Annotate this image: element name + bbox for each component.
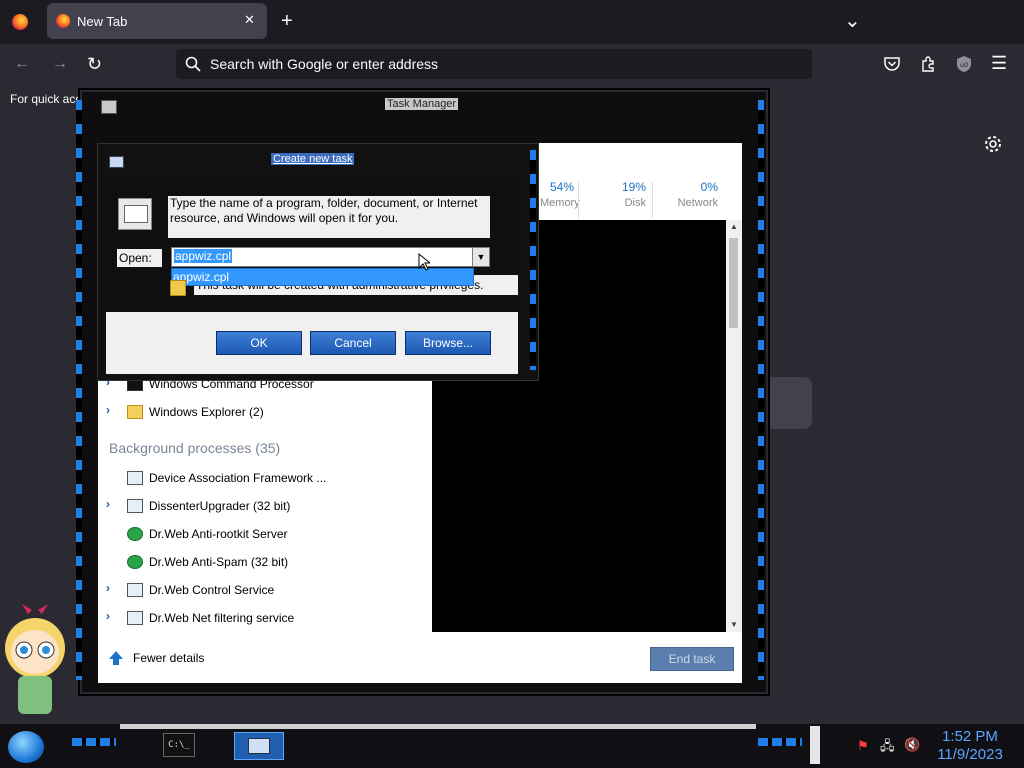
- arrow-up-icon[interactable]: [108, 650, 124, 666]
- cancel-button[interactable]: Cancel: [310, 331, 396, 355]
- folder-icon: [127, 405, 143, 419]
- taskbar-glow-left: [72, 738, 116, 746]
- column-divider: [578, 182, 579, 218]
- run-icon: [109, 156, 124, 168]
- network-icon[interactable]: 🖧: [880, 737, 895, 759]
- close-tab-icon[interactable]: ✕: [244, 12, 255, 28]
- task-manager-footer: Fewer details End task: [98, 634, 742, 683]
- scroll-up-icon[interactable]: ▲: [730, 222, 738, 231]
- mouse-cursor-icon: [418, 253, 430, 271]
- network-label: Network: [677, 197, 718, 209]
- drweb-icon: [127, 555, 143, 569]
- task-manager-icon: [101, 100, 117, 114]
- column-memory[interactable]: 54% Memory: [540, 180, 580, 218]
- extensions-icon[interactable]: [920, 56, 936, 72]
- background-processes-header: Background processes (35): [109, 440, 281, 456]
- expand-chevron-icon[interactable]: ›: [106, 581, 110, 595]
- scroll-down-icon[interactable]: ▼: [730, 620, 738, 629]
- taskbar-task-manager-button[interactable]: [234, 732, 284, 760]
- end-task-button[interactable]: End task: [650, 647, 734, 671]
- taskbar: C:\_ ⚑ 🖧 🔇: [0, 724, 1024, 768]
- expand-chevron-icon[interactable]: ›: [106, 609, 110, 623]
- menu-hamburger-icon[interactable]: ☰: [991, 53, 1007, 74]
- svg-text:uO: uO: [960, 62, 969, 69]
- tab-title: New Tab: [77, 14, 128, 29]
- url-placeholder: Search with Google or enter address: [210, 56, 439, 72]
- ublock-shield-icon[interactable]: uO: [956, 55, 972, 73]
- run-program-icon: [118, 198, 152, 230]
- open-label: Open:: [117, 249, 162, 267]
- process-name: DissenterUpgrader (32 bit): [149, 499, 291, 513]
- vertical-scrollbar[interactable]: ▲ ▼: [726, 220, 742, 632]
- search-icon: [185, 56, 201, 72]
- volume-muted-icon[interactable]: 🔇: [904, 737, 920, 753]
- disk-label: Disk: [624, 197, 646, 209]
- tab-strip: New Tab ✕ + ⌄: [0, 0, 1024, 44]
- taskbar-cmd-icon[interactable]: C:\_: [163, 733, 195, 757]
- drweb-icon: [127, 527, 143, 541]
- tab-new-tab[interactable]: New Tab ✕: [47, 3, 267, 39]
- admin-shield-icon: [170, 280, 186, 296]
- task-manager-title: Task Manager: [385, 98, 459, 110]
- ok-button[interactable]: OK: [216, 331, 302, 355]
- process-row[interactable]: Dr.Web Anti-Spam (32 bit): [98, 548, 432, 576]
- clock-time: 1:52 PM: [942, 728, 998, 745]
- expand-chevron-icon[interactable]: ›: [106, 403, 110, 417]
- process-name: Dr.Web Control Service: [149, 583, 275, 597]
- process-name: Dr.Web Anti-Spam (32 bit): [149, 555, 289, 569]
- column-network[interactable]: 0% Network: [660, 180, 718, 218]
- mascot-sticker-icon: [5, 604, 65, 714]
- process-row[interactable]: › Dr.Web Control Service: [98, 576, 432, 604]
- reload-icon[interactable]: ↻: [87, 54, 102, 75]
- new-tab-button[interactable]: +: [281, 10, 293, 33]
- service-icon: [127, 471, 143, 485]
- fewer-details-link[interactable]: Fewer details: [133, 651, 204, 665]
- column-divider: [652, 182, 653, 218]
- list-tabs-icon[interactable]: ⌄: [844, 8, 861, 33]
- dialog-title: Create new task: [271, 153, 355, 165]
- network-percent: 0%: [700, 180, 718, 194]
- process-name: Dr.Web Net filtering service: [149, 611, 295, 625]
- column-disk[interactable]: 19% Disk: [596, 180, 646, 218]
- service-icon: [127, 611, 143, 625]
- pocket-icon[interactable]: [884, 57, 900, 71]
- process-row[interactable]: › Windows Explorer (2): [98, 398, 432, 426]
- start-button[interactable]: [8, 731, 44, 763]
- process-name: Device Association Framework ...: [149, 471, 327, 485]
- process-row[interactable]: › Dr.Web Net filtering service: [98, 604, 432, 632]
- dialog-description: Type the name of a program, folder, docu…: [168, 196, 490, 238]
- action-center-flag-icon[interactable]: ⚑: [857, 738, 869, 754]
- dropdown-arrow-icon[interactable]: ▼: [472, 247, 490, 267]
- disk-percent: 19%: [621, 180, 646, 194]
- process-row[interactable]: Device Association Framework ...: [98, 464, 432, 492]
- process-row[interactable]: Dr.Web Anti-rootkit Server: [98, 520, 432, 548]
- service-icon: [127, 583, 143, 597]
- open-input-value: appwiz.cpl: [174, 249, 233, 263]
- memory-percent: 54%: [549, 180, 574, 194]
- taskbar-accent-strip: [120, 724, 756, 729]
- gear-icon[interactable]: [984, 135, 1002, 153]
- clock-date: 11/9/2023: [937, 746, 1003, 763]
- back-arrow-icon[interactable]: ←: [14, 55, 30, 73]
- firefox-logo-icon: [56, 14, 70, 28]
- process-name: Dr.Web Anti-rootkit Server: [149, 527, 288, 541]
- browse-button[interactable]: Browse...: [405, 331, 491, 355]
- frame-glow-right: [758, 100, 764, 680]
- process-row[interactable]: › DissenterUpgrader (32 bit): [98, 492, 432, 520]
- process-name: Windows Explorer (2): [149, 405, 264, 419]
- bookmarks-hint: For quick acc: [10, 92, 82, 106]
- nav-bar: ← → ↻ Search with Google or enter addres…: [0, 44, 1024, 86]
- dialog-glow-right: [530, 150, 536, 370]
- tray-divider: [810, 726, 820, 764]
- scrollbar-thumb[interactable]: [729, 238, 738, 328]
- url-bar[interactable]: Search with Google or enter address: [176, 49, 812, 79]
- forward-arrow-icon[interactable]: →: [52, 55, 68, 73]
- firefox-view-icon[interactable]: [12, 14, 28, 30]
- expand-chevron-icon[interactable]: ›: [106, 497, 110, 511]
- taskbar-glow-right: [758, 738, 802, 746]
- frame-glow-left: [76, 100, 82, 680]
- service-icon: [127, 499, 143, 513]
- memory-label: Memory: [540, 197, 580, 209]
- tray-clock[interactable]: 1:52 PM 11/9/2023: [920, 728, 1020, 764]
